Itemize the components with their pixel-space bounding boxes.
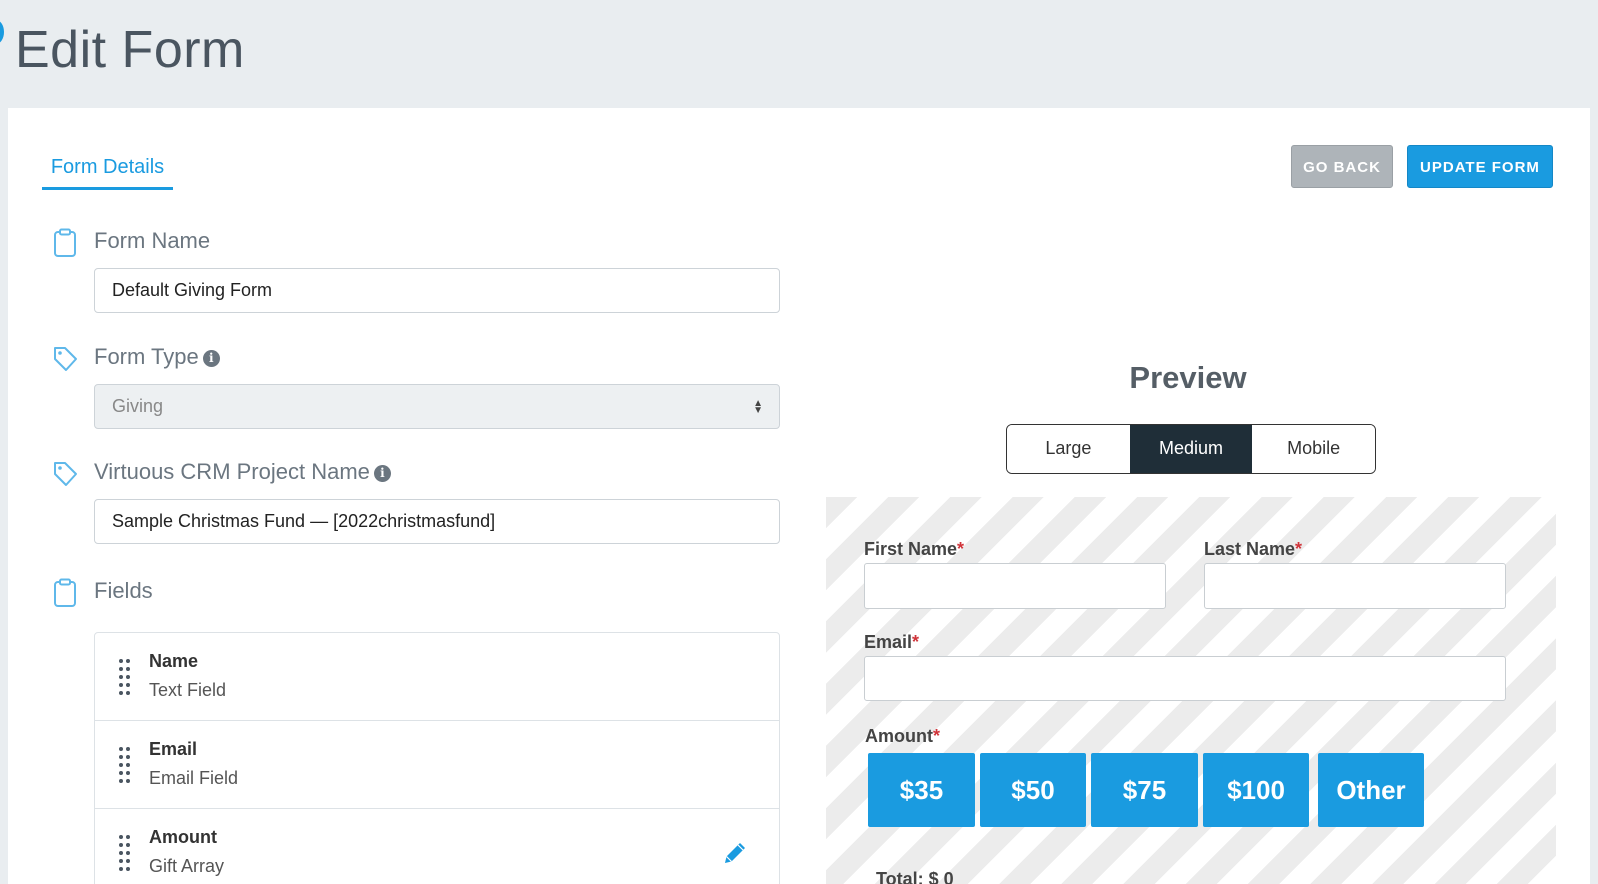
preview-area: First Name* Last Name* Email* Amount* $3… [826,497,1556,884]
update-form-button[interactable]: UPDATE FORM [1407,145,1553,188]
go-back-button[interactable]: GO BACK [1291,145,1393,188]
info-icon[interactable]: i [202,350,220,367]
last-name-label: Last Name* [1204,539,1302,560]
required-mark: * [1295,539,1303,559]
field-name: Name [149,651,199,671]
drag-handle-icon[interactable] [119,747,131,783]
amount-button-35[interactable]: $35 [868,753,975,827]
drag-handle-icon[interactable] [119,659,131,695]
page-header: Edit Form [0,0,1598,108]
amount-button-50[interactable]: $50 [980,753,1086,827]
size-option-mobile[interactable]: Mobile [1252,425,1375,473]
tag-icon [54,347,77,371]
clipboard-icon [54,578,76,607]
project-name-label: Virtuous CRM Project Name i [94,459,391,485]
field-name: Email [149,739,198,759]
pencil-icon[interactable] [721,839,749,867]
project-name-input[interactable]: Sample Christmas Fund — [2022christmasfu… [94,499,780,544]
tag-icon [54,462,77,486]
field-row-email[interactable]: Email Email Field [95,721,779,809]
form-type-select[interactable]: Giving ▲ ▼ [94,384,780,429]
field-row-amount[interactable]: Amount Gift Array [95,809,779,884]
status-dot [0,20,4,44]
form-card: Form Details GO BACK UPDATE FORM Form Na… [8,108,1590,884]
form-name-input[interactable]: Default Giving Form [94,268,780,313]
field-type: Gift Array [149,856,225,876]
amount-label: Amount* [865,726,940,747]
email-label: Email* [864,632,919,653]
form-name-label: Form Name [94,228,211,253]
drag-handle-icon[interactable] [119,835,131,871]
amount-button-other[interactable]: Other [1318,753,1424,827]
first-name-field[interactable] [864,563,1166,609]
first-name-label-text: First Name [864,539,958,559]
first-name-label: First Name* [864,539,964,560]
clipboard-icon [54,228,76,257]
required-mark: * [957,539,965,559]
amount-label-text: Amount [865,726,933,746]
tab-form-details[interactable]: Form Details [42,146,173,190]
field-row-name[interactable]: Name Text Field [95,633,779,721]
email-field[interactable] [864,656,1506,701]
field-name: Amount [149,827,217,847]
project-name-label-text: Virtuous CRM Project Name [94,459,370,484]
fields-list: Name Text Field Email Email Field Amount… [94,632,780,884]
form-type-label: Form Type i [94,344,220,370]
form-type-label-text: Form Type [94,344,199,369]
form-type-value: Giving [112,396,164,416]
email-label-text: Email [864,632,913,652]
last-name-label-text: Last Name [1204,539,1296,559]
info-icon[interactable]: i [373,465,391,482]
preview-title: Preview [1129,360,1247,395]
preview-size-toggle: Large Medium Mobile [1006,424,1376,474]
size-option-medium[interactable]: Medium [1129,425,1253,473]
select-arrows-icon: ▲ ▼ [753,398,763,416]
field-type: Text Field [149,680,227,700]
total-amount: Total: $ 0 [876,869,954,884]
page-title: Edit Form [15,21,245,79]
amount-button-100[interactable]: $100 [1203,753,1309,827]
fields-label: Fields [94,578,153,603]
last-name-field[interactable] [1204,563,1506,609]
field-type: Email Field [149,768,239,788]
size-option-large[interactable]: Large [1007,425,1130,473]
amount-button-75[interactable]: $75 [1091,753,1198,827]
required-mark: * [932,726,940,746]
required-mark: * [912,632,920,652]
